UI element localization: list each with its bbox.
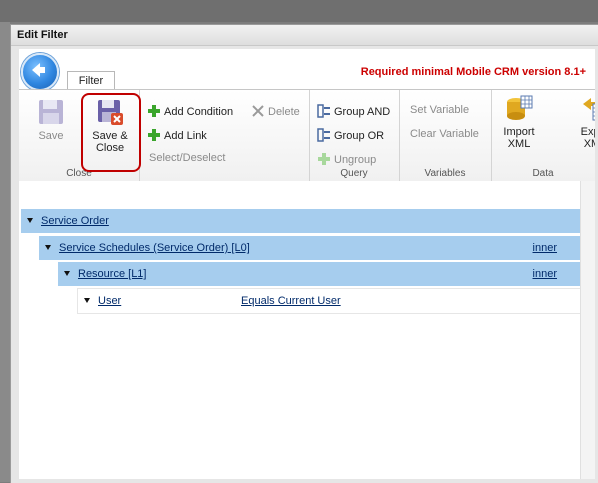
save-icon <box>37 98 65 126</box>
dialog-content: Filter Required minimal Mobile CRM versi… <box>19 49 595 479</box>
export-label-2: XML <box>583 138 595 150</box>
export-label-1: Expor <box>580 126 595 138</box>
tree-scrollbar-area[interactable] <box>580 181 595 479</box>
add-condition-label: Add Condition <box>164 106 234 118</box>
group-and-icon <box>317 104 331 118</box>
plus-icon <box>147 104 161 118</box>
ribbon-group-data: Import XML Expor XML Data <box>491 90 595 182</box>
dialog-titlebar: Edit Filter <box>11 25 598 46</box>
tab-filter[interactable]: Filter <box>67 71 115 90</box>
tree-row-link-l0[interactable]: Service Schedules (Service Order) [L0] i… <box>39 236 581 260</box>
back-arrow-icon <box>32 63 45 77</box>
delete-label: Delete <box>268 106 300 118</box>
group-or-icon <box>317 128 331 142</box>
plus-icon <box>147 128 161 142</box>
join-type-link[interactable]: inner <box>533 262 557 286</box>
condition-operator-link[interactable]: Equals Current User <box>241 289 341 313</box>
collapse-arrow-icon[interactable] <box>84 298 90 304</box>
ungroup-button[interactable]: Ungroup <box>317 152 376 166</box>
ungroup-label: Ungroup <box>334 154 377 166</box>
import-xml-button[interactable]: Import XML <box>499 94 539 150</box>
import-label-1: Import <box>503 126 535 138</box>
ribbon-toolbar: Save Save & Close Close Add Condition De… <box>19 89 595 183</box>
edit-filter-dialog: Edit Filter Filter Required minimal Mobi… <box>10 24 598 483</box>
save-button[interactable]: Save <box>31 98 71 142</box>
delete-x-icon <box>251 104 265 118</box>
ribbon-group-conditions: Add Condition Delete Add Link Select/Des… <box>139 90 310 182</box>
group-or-label: Group OR <box>334 130 385 142</box>
select-deselect-button[interactable]: Select/Deselect <box>149 152 225 164</box>
version-notice: Required minimal Mobile CRM version 8.1+ <box>360 66 586 78</box>
condition-attribute-link[interactable]: User <box>98 295 121 307</box>
group-or-button[interactable]: Group OR <box>317 128 384 142</box>
export-xml-button[interactable]: Expor XML <box>575 94 595 150</box>
save-label: Save <box>38 130 64 142</box>
ribbon-group-query: Group AND Group OR Ungroup Query <box>309 90 400 182</box>
tree-row-link-l1[interactable]: Resource [L1] inner <box>58 262 581 286</box>
collapse-arrow-icon[interactable] <box>64 271 70 277</box>
ribbon-group-variables: Set Variable Clear Variable Variables <box>399 90 492 182</box>
import-label-2: XML <box>507 138 531 150</box>
entity-link[interactable]: Resource [L1] <box>78 268 146 280</box>
group-and-label: Group AND <box>334 106 391 118</box>
add-condition-button[interactable]: Add Condition <box>147 104 233 118</box>
ungroup-plus-icon <box>317 152 331 166</box>
variables-group-label: Variables <box>424 168 466 179</box>
set-variable-button[interactable]: Set Variable <box>410 104 469 116</box>
clear-variable-button[interactable]: Clear Variable <box>410 128 479 140</box>
dialog-title: Edit Filter <box>17 29 68 41</box>
delete-button[interactable]: Delete <box>251 104 300 118</box>
data-group-label: Data <box>532 168 554 179</box>
join-type-link[interactable]: inner <box>533 236 557 260</box>
entity-link[interactable]: Service Order <box>41 215 109 227</box>
collapse-arrow-icon[interactable] <box>27 218 33 224</box>
back-button[interactable] <box>21 53 59 91</box>
tree-row-condition[interactable]: User Equals Current User <box>77 288 583 314</box>
background-window-strip <box>0 0 598 22</box>
filter-tree: Service Order Service Schedules (Service… <box>19 181 595 479</box>
add-link-label: Add Link <box>164 130 207 142</box>
entity-link[interactable]: Service Schedules (Service Order) [L0] <box>59 242 250 254</box>
ribbon-header: Filter Required minimal Mobile CRM versi… <box>19 49 595 91</box>
group-and-button[interactable]: Group AND <box>317 104 390 118</box>
background-window-edge <box>0 22 10 482</box>
save-close-highlight <box>81 93 141 172</box>
tree-row-root[interactable]: Service Order <box>21 209 581 233</box>
export-xml-icon <box>581 94 595 122</box>
import-xml-icon <box>505 94 533 122</box>
add-link-button[interactable]: Add Link <box>147 128 207 142</box>
collapse-arrow-icon[interactable] <box>45 245 51 251</box>
query-group-label: Query <box>340 168 368 179</box>
